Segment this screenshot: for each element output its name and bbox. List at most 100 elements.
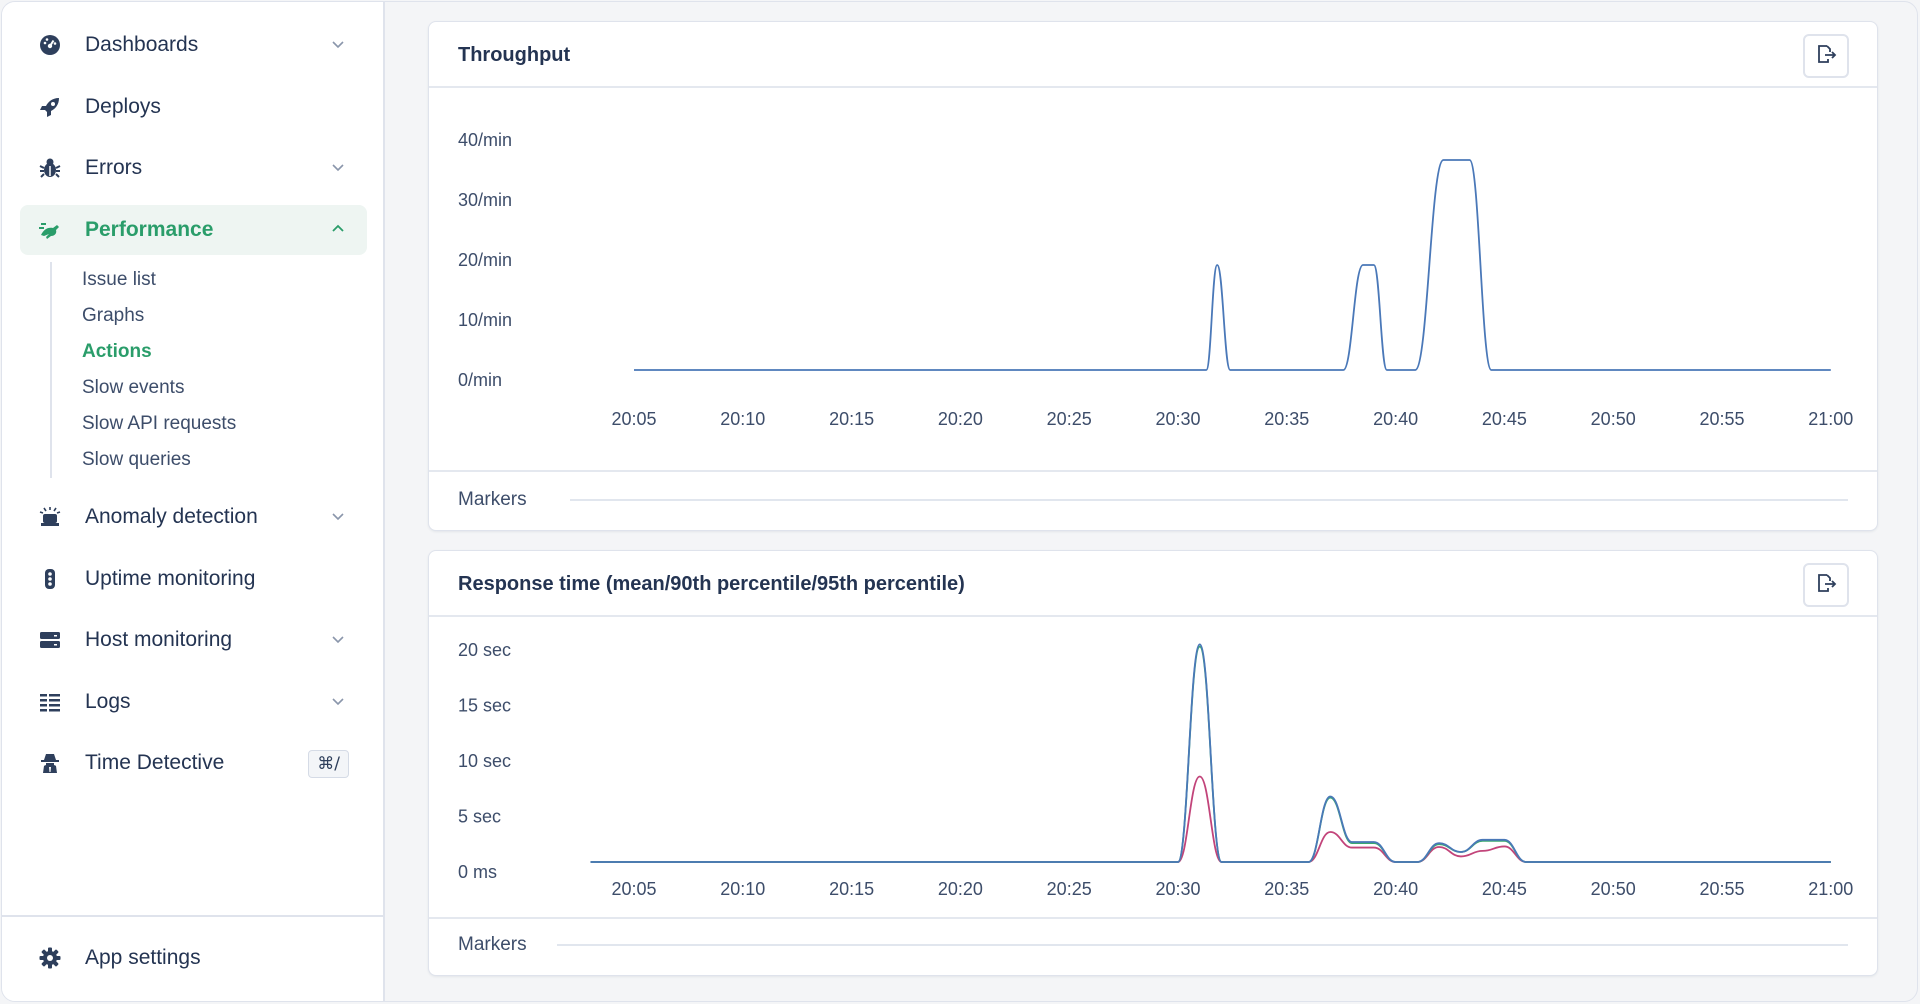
x-tick-label: 20:25 — [1047, 879, 1092, 899]
throughput-chart-svg: 0/min 10/min 20/min 30/min 40/min 20:05 20:10 2… — [458, 130, 1853, 429]
x-tick-label: 21:00 — [1808, 409, 1853, 429]
y-tick-label: 20/min — [458, 250, 512, 270]
x-tick-label: 20:10 — [720, 879, 765, 899]
sidebar-item-label: Logs — [85, 689, 131, 713]
x-tick-label: 20:05 — [611, 879, 656, 899]
sidebar-item-label: App settings — [85, 946, 201, 969]
subnav-item-slow-events[interactable]: Slow events — [82, 370, 367, 406]
markers-label: Markers — [458, 489, 527, 510]
export-button[interactable] — [1803, 34, 1849, 78]
sidebar-item-host-monitoring[interactable]: Host monitoring — [20, 615, 367, 665]
x-tick-label: 20:20 — [938, 409, 983, 429]
markers-label: Markers — [458, 934, 527, 955]
sidebar-item-label: Time Detective — [85, 751, 225, 774]
keyboard-shortcut-badge: ⌘/ — [308, 750, 349, 778]
markers-track[interactable] — [570, 499, 1848, 501]
chevron-down-icon[interactable] — [331, 694, 345, 708]
y-tick-label: 15 sec — [458, 696, 511, 716]
sidebar-item-uptime-monitoring[interactable]: Uptime monitoring — [20, 554, 367, 604]
x-tick-label: 20:10 — [720, 409, 765, 429]
card-header: Response time (mean/90th percentile/95th… — [429, 551, 1877, 617]
sidebar: Dashboards Deploys Errors Performance Is… — [2, 2, 385, 1001]
bug-icon — [38, 156, 62, 180]
chevron-down-icon[interactable] — [331, 509, 345, 523]
markers-row: Markers — [429, 470, 1877, 530]
dashboard-gauge-icon — [38, 33, 62, 57]
series-line-throughput[interactable] — [634, 159, 1831, 371]
sidebar-item-label: Uptime monitoring — [85, 566, 256, 590]
throughput-chart: 0/min 10/min 20/min 30/min 40/min 20:05 20:10 2… — [429, 88, 1877, 470]
performance-subnav: Issue list Graphs Actions Slow events Sl… — [50, 262, 367, 478]
x-tick-label: 20:05 — [611, 409, 656, 429]
chevron-down-icon[interactable] — [331, 632, 345, 646]
x-tick-label: 20:45 — [1482, 409, 1527, 429]
x-tick-label: 21:00 — [1808, 879, 1853, 899]
sidebar-item-dashboards[interactable]: Dashboards — [20, 20, 367, 70]
siren-icon — [38, 505, 62, 529]
export-file-icon — [1815, 43, 1837, 70]
sidebar-item-label: Dashboards — [85, 33, 199, 56]
y-tick-label: 5 sec — [458, 807, 501, 827]
logs-list-icon — [38, 690, 62, 714]
server-icon — [38, 628, 62, 652]
x-tick-label: 20:50 — [1591, 409, 1636, 429]
export-button[interactable] — [1803, 563, 1849, 607]
detective-icon — [38, 751, 62, 775]
response-time-chart: 0 ms 5 sec 10 sec 15 sec 20 sec 20:05 20:10 20:… — [429, 617, 1877, 917]
gear-icon — [38, 946, 62, 970]
sidebar-nav: Dashboards Deploys Errors Performance Is… — [20, 20, 367, 800]
x-tick-label: 20:15 — [829, 409, 874, 429]
rocket-icon — [38, 95, 62, 119]
x-tick-label: 20:15 — [829, 879, 874, 899]
subnav-item-actions[interactable]: Actions — [82, 334, 367, 370]
x-tick-label: 20:45 — [1482, 879, 1527, 899]
markers-track[interactable] — [557, 944, 1848, 946]
sidebar-item-label: Deploys — [85, 94, 161, 118]
sidebar-item-label: Performance — [85, 217, 214, 241]
subnav-item-issue-list[interactable]: Issue list — [82, 262, 367, 298]
sidebar-item-anomaly-detection[interactable]: Anomaly detection — [20, 492, 367, 542]
x-tick-label: 20:20 — [938, 879, 983, 899]
x-tick-label: 20:35 — [1264, 879, 1309, 899]
sidebar-item-label: Anomaly detection — [85, 505, 258, 528]
x-tick-label: 20:50 — [1591, 879, 1636, 899]
sidebar-item-time-detective[interactable]: Time Detective ⌘/ — [20, 738, 367, 788]
sidebar-item-deploys[interactable]: Deploys — [20, 82, 367, 132]
y-tick-label: 10 sec — [458, 751, 511, 771]
series-line-95th-percentile[interactable] — [590, 643, 1831, 863]
card-title: Throughput — [458, 44, 571, 66]
sidebar-item-label: Host monitoring — [85, 628, 233, 651]
card-header: Throughput — [429, 22, 1877, 88]
export-file-icon — [1815, 572, 1837, 599]
response-time-card: Response time (mean/90th percentile/95th… — [428, 550, 1878, 976]
subnav-item-slow-queries[interactable]: Slow queries — [82, 442, 367, 478]
performance-runner-icon — [38, 218, 62, 242]
chevron-down-icon[interactable] — [331, 37, 345, 51]
y-tick-label: 30/min — [458, 190, 512, 210]
x-tick-label: 20:30 — [1155, 879, 1200, 899]
subnav-item-slow-api-requests[interactable]: Slow API requests — [82, 406, 367, 442]
x-tick-label: 20:40 — [1373, 409, 1418, 429]
sidebar-item-label: Errors — [85, 156, 143, 179]
x-tick-label: 20:25 — [1047, 409, 1092, 429]
sidebar-item-errors[interactable]: Errors — [20, 143, 367, 193]
throughput-card: Throughput 0/min 10/min 20/min 30/min 40/min… — [428, 21, 1878, 531]
app-frame: Dashboards Deploys Errors Performance Is… — [1, 1, 1918, 1002]
y-tick-label: 20 sec — [458, 640, 511, 660]
y-tick-label: 40/min — [458, 130, 512, 150]
x-tick-label: 20:35 — [1264, 409, 1309, 429]
sidebar-item-app-settings[interactable]: App settings — [20, 933, 367, 983]
y-tick-label: 10/min — [458, 310, 512, 330]
y-tick-label: 0 ms — [458, 862, 497, 882]
traffic-light-icon — [38, 567, 62, 591]
x-tick-label: 20:40 — [1373, 879, 1418, 899]
x-tick-label: 20:30 — [1155, 409, 1200, 429]
chevron-down-icon[interactable] — [331, 160, 345, 174]
subnav-item-graphs[interactable]: Graphs — [82, 298, 367, 334]
y-tick-label: 0/min — [458, 370, 502, 390]
chevron-up-icon[interactable] — [331, 222, 345, 236]
sidebar-item-logs[interactable]: Logs — [20, 677, 367, 727]
series-line-mean[interactable] — [590, 775, 1831, 863]
card-title: Response time (mean/90th percentile/95th… — [458, 573, 965, 595]
sidebar-item-performance[interactable]: Performance — [20, 204, 367, 255]
